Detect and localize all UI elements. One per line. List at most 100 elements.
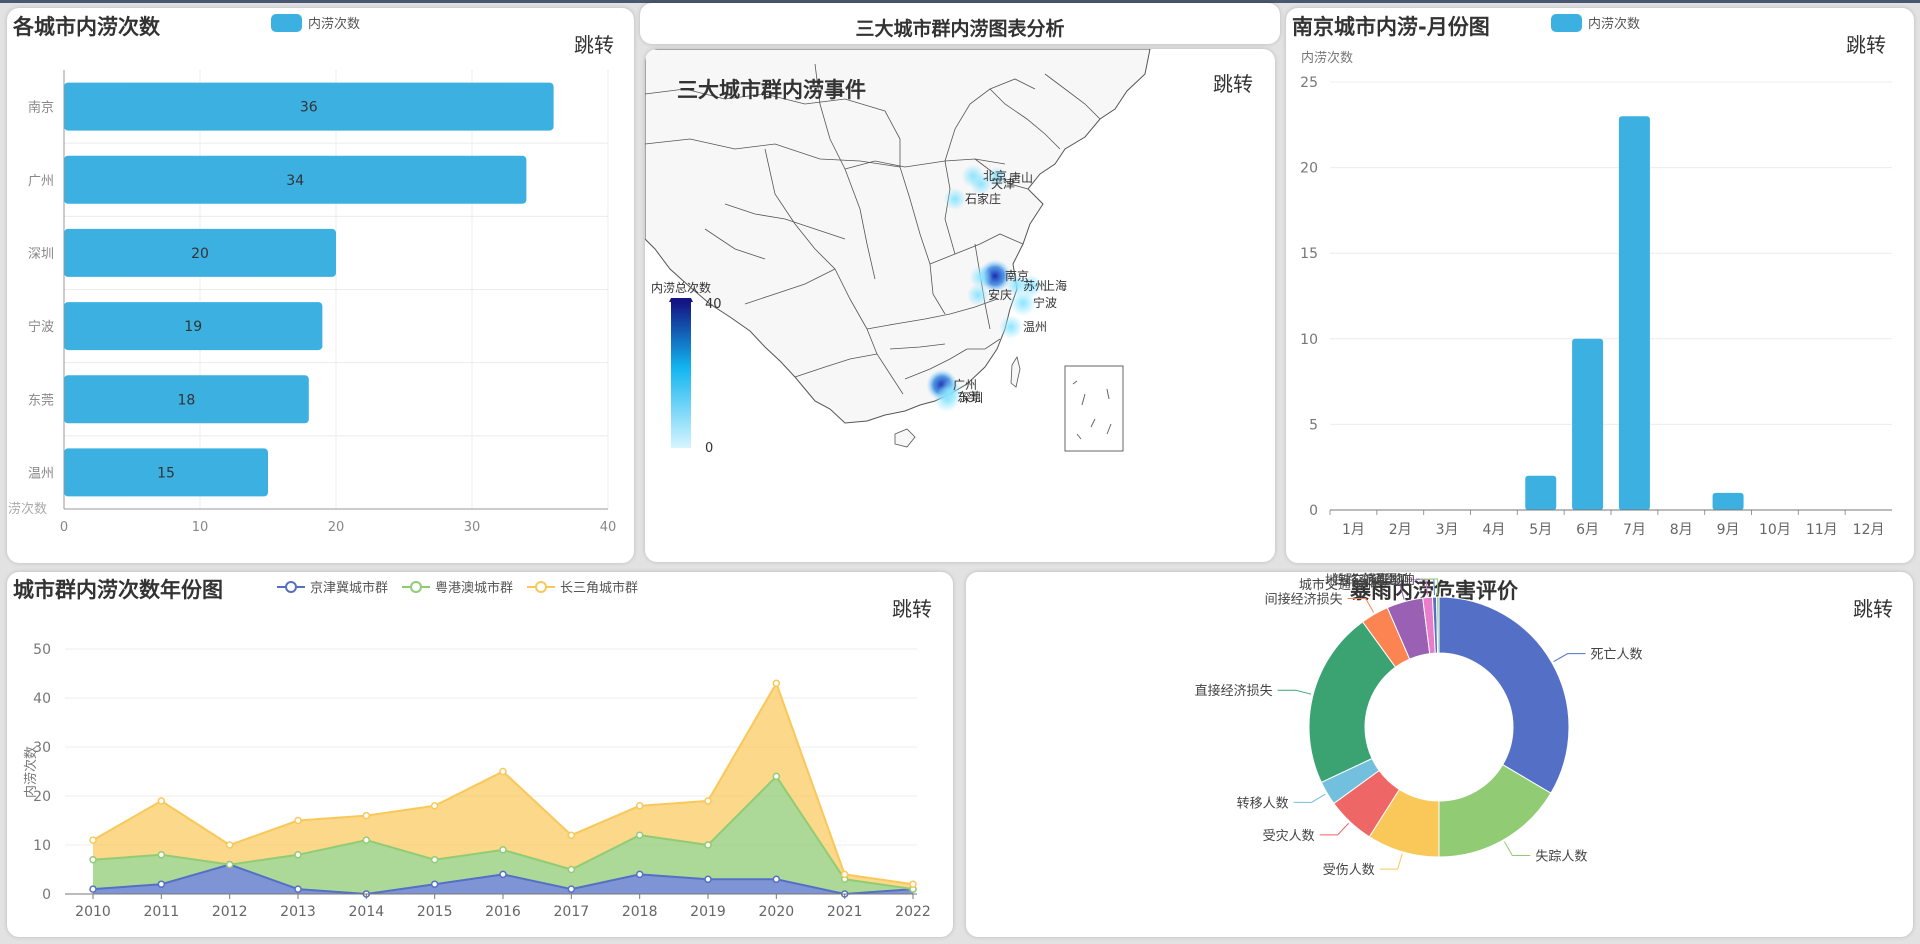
data-point — [840, 870, 849, 879]
bar-value-label: 36 — [300, 100, 318, 116]
y-tick-label: 宁波 — [28, 319, 54, 335]
y-tick-label: 广州 — [28, 174, 54, 189]
data-point — [772, 679, 781, 688]
jump-link[interactable]: 跳转 — [1213, 68, 1253, 97]
label-line — [1503, 841, 1531, 857]
taiwan-outline — [1010, 355, 1021, 388]
y-tick-label: 40 — [33, 691, 51, 707]
x-tick-label: 12月 — [1853, 522, 1885, 538]
x-tick-label: 2010 — [75, 904, 111, 920]
y-tick-label: 东莞 — [28, 393, 54, 408]
data-point — [157, 851, 166, 859]
data-point — [704, 875, 712, 884]
x-tick-label: 1月 — [1342, 522, 1365, 538]
city-label: 宁波 — [1033, 295, 1057, 310]
x-tick-label: 9月 — [1717, 522, 1740, 538]
data-point — [635, 831, 644, 839]
label-line — [1293, 793, 1326, 803]
x-tick-label: 0 — [60, 520, 68, 535]
bar-value-label: 34 — [286, 173, 304, 189]
city-label: 安庆 — [988, 287, 1012, 302]
y-tick-label: 深圳 — [28, 247, 54, 262]
slice-label: 直接经济损失 — [1195, 683, 1273, 699]
label-line — [1419, 578, 1439, 596]
slice-label: 间接经济损失 — [1265, 591, 1343, 607]
data-point — [362, 811, 371, 820]
data-point — [909, 880, 917, 888]
data-point — [704, 841, 712, 849]
data-point — [635, 870, 644, 879]
data-point — [89, 836, 97, 844]
y-axis-name: 内涝次数 — [23, 746, 39, 798]
bar — [1525, 475, 1557, 510]
yearly-area-panel: 城市群内涝次数年份图 京津冀城市群 粤港澳城市群 长三角城市群 跳转 0 10 20 30… — [7, 572, 953, 937]
x-tick-label: 2018 — [622, 904, 658, 920]
x-tick-label: 2015 — [417, 904, 453, 920]
data-point — [567, 885, 576, 893]
visual-map-title: 内涝总次数 — [651, 280, 711, 295]
city-flood-count-panel: 各城市内涝次数 内涝次数 跳转 0 10 20 30 40 温州 15 东莞 18 宁波 19 深圳 2… — [7, 8, 634, 563]
visual-map-handle — [669, 298, 693, 302]
label-line — [1277, 689, 1312, 695]
y-tick-label: 0 — [42, 887, 51, 903]
data-point — [294, 885, 302, 893]
data-point — [430, 855, 439, 864]
city-bar-chart: 0 10 20 30 40 温州 15 东莞 18 宁波 19 深圳 20 广州 34 南京 36 内涝次数 — [7, 70, 617, 535]
slice-label: 航班影响 — [1363, 572, 1415, 588]
dashboard-title: 三大城市群内涝图表分析 — [855, 18, 1065, 40]
hainan-outline — [894, 428, 916, 448]
x-tick-label: 10 — [192, 520, 209, 535]
y-tick-label: 10 — [33, 838, 51, 854]
data-point — [89, 855, 97, 864]
data-point — [430, 802, 439, 810]
x-tick-label: 3月 — [1436, 522, 1459, 538]
city-label: 深圳 — [959, 391, 983, 405]
x-tick-label: 4月 — [1482, 522, 1505, 538]
data-point — [499, 846, 507, 854]
x-tick-label: 2022 — [895, 904, 931, 920]
label-line — [1347, 597, 1375, 613]
x-tick-label: 5月 — [1529, 522, 1552, 538]
label-line — [1379, 853, 1403, 870]
x-tick-label: 11月 — [1806, 522, 1838, 538]
visual-map-max: 40 — [705, 297, 722, 312]
city-label: 上海 — [1043, 278, 1067, 293]
nanjing-monthly-panel: 南京城市内涝-月份图 内涝次数 跳转 0 5 10 15 20 25 内涝次数 1月 2月 3月 4… — [1286, 8, 1914, 563]
data-point — [225, 841, 234, 849]
y-tick-label: 25 — [1300, 75, 1318, 91]
data-point — [635, 802, 644, 810]
city-label: 温州 — [1023, 320, 1047, 334]
data-point — [499, 870, 507, 879]
bar-value-label: 18 — [177, 392, 195, 408]
monthly-bar-chart: 0 5 10 15 20 25 内涝次数 1月 2月 3月 4月 5月 6月 7月 8月 9月 10月 11月 12… — [1300, 50, 1892, 538]
label-line — [1319, 822, 1350, 836]
visual-map-min: 0 — [705, 441, 713, 456]
bar-value-label: 20 — [191, 246, 209, 262]
x-tick-label: 7月 — [1623, 522, 1646, 538]
x-tick-label: 40 — [600, 520, 617, 535]
y-tick-label: 0 — [1309, 503, 1318, 519]
hazard-donut-chart: 死亡人数失踪人数受伤人数受灾人数转移人数直接经济损失间接经济损失城市交通影响地铁… — [1195, 572, 1643, 878]
slice-label: 死亡人数 — [1591, 648, 1643, 663]
data-point — [772, 875, 781, 884]
data-point — [89, 885, 97, 893]
bar-value-label: 15 — [157, 465, 175, 481]
x-tick-label: 2017 — [554, 904, 590, 920]
data-point — [704, 797, 712, 805]
data-point — [499, 767, 507, 776]
y-tick-label: 50 — [33, 642, 51, 658]
data-point — [567, 831, 576, 839]
slice-label: 受灾人数 — [1263, 828, 1315, 844]
city-label: 唐山 — [1009, 170, 1033, 185]
label-line — [1415, 578, 1435, 596]
x-tick-label: 30 — [464, 520, 481, 535]
dashboard-header: 三大城市群内涝图表分析 — [640, 3, 1280, 44]
data-point — [772, 772, 781, 781]
donut-slice — [1438, 596, 1570, 794]
data-point — [430, 880, 439, 888]
heat-point — [999, 315, 1023, 339]
y-tick-label: 20 — [1300, 161, 1318, 177]
map-title: 三大城市群内涝事件 — [677, 78, 866, 102]
bar — [1572, 338, 1604, 510]
data-point — [157, 880, 166, 888]
